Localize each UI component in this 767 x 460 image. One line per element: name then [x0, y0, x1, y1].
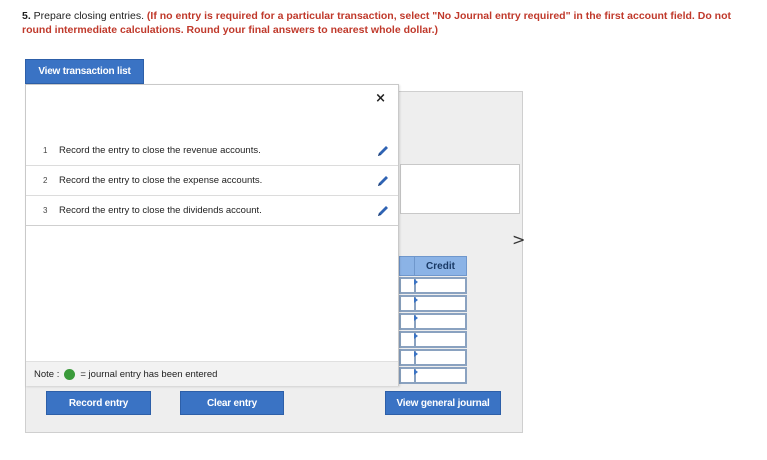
- credit-cell[interactable]: [414, 277, 467, 294]
- question-text: Prepare closing entries.: [30, 10, 147, 22]
- pencil-icon[interactable]: [368, 144, 398, 158]
- note-text: = journal entry has been entered: [80, 368, 218, 380]
- ledger-row: [399, 331, 467, 348]
- ledger-header: Credit: [399, 256, 467, 276]
- instructions: 5. Prepare closing entries. (If no entry…: [22, 9, 747, 37]
- list-item[interactable]: 2 Record the entry to close the expense …: [26, 166, 398, 196]
- list-item-label: Record the entry to close the dividends …: [59, 205, 262, 216]
- list-item-index: 2: [43, 176, 48, 185]
- chevron-right-icon[interactable]: >: [512, 230, 525, 249]
- close-icon[interactable]: ×: [375, 91, 386, 106]
- credit-header: Credit: [414, 256, 467, 276]
- list-item-label: Record the entry to close the revenue ac…: [59, 145, 261, 156]
- ledger-row: [399, 349, 467, 366]
- debit-cell[interactable]: [399, 349, 414, 366]
- green-dot-icon: [64, 368, 76, 380]
- pencil-icon[interactable]: [368, 174, 398, 188]
- list-item[interactable]: 1 Record the entry to close the revenue …: [26, 136, 398, 166]
- ledger-row: [399, 277, 467, 294]
- credit-cell[interactable]: [414, 349, 467, 366]
- debit-cell[interactable]: [399, 367, 414, 384]
- view-general-journal-button[interactable]: View general journal: [385, 391, 501, 415]
- ledger-row: [399, 313, 467, 330]
- list-item[interactable]: 3 Record the entry to close the dividend…: [26, 196, 398, 226]
- journal-entry-box: [400, 164, 520, 214]
- ledger-row: [399, 367, 467, 384]
- pencil-icon[interactable]: [368, 204, 398, 218]
- ledger-row: [399, 295, 467, 312]
- transaction-list-panel: × 1 Record the entry to close the revenu…: [25, 84, 399, 386]
- record-entry-button[interactable]: Record entry: [46, 391, 151, 415]
- debit-cell[interactable]: [399, 313, 414, 330]
- clear-entry-button[interactable]: Clear entry: [180, 391, 284, 415]
- credit-cell[interactable]: [414, 313, 467, 330]
- note-prefix: Note :: [34, 368, 60, 380]
- debit-cell[interactable]: [399, 295, 414, 312]
- credit-ledger: Credit: [399, 256, 467, 384]
- list-item-label: Record the entry to close the expense ac…: [59, 175, 263, 186]
- list-item-index: 3: [43, 206, 48, 215]
- question-number: 5.: [22, 10, 31, 22]
- credit-cell[interactable]: [414, 367, 467, 384]
- debit-cell[interactable]: [399, 277, 414, 294]
- list-item-index: 1: [43, 146, 48, 155]
- legend-note: Note : = journal entry has been entered: [26, 361, 398, 386]
- view-transaction-list-button[interactable]: View transaction list: [25, 59, 144, 84]
- transaction-list: 1 Record the entry to close the revenue …: [26, 136, 398, 226]
- credit-cell[interactable]: [414, 331, 467, 348]
- debit-cell[interactable]: [399, 331, 414, 348]
- debit-header-stub: [399, 256, 414, 276]
- credit-cell[interactable]: [414, 295, 467, 312]
